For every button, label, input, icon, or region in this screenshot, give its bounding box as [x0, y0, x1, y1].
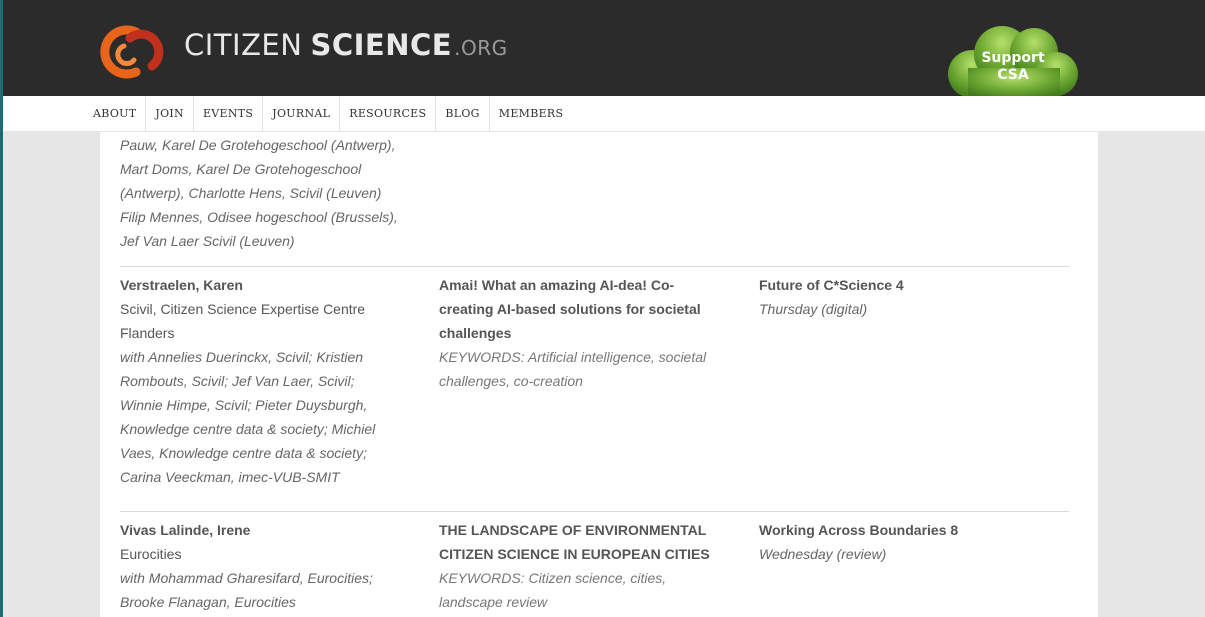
title-column: THE LANDSCAPE OF ENVIRONMENTAL CITIZEN S… — [439, 518, 744, 614]
nav-blog[interactable]: BLOG — [436, 96, 490, 132]
author-name: Verstraelen, Karen — [120, 277, 243, 293]
site-title-part-2: SCIENCE — [310, 28, 453, 62]
talk-title-line: CITIZEN SCIENCE IN EUROPEAN CITIES — [439, 546, 710, 562]
support-line-2: CSA — [997, 67, 1029, 83]
coauthor-line: Carina Veeckman, imec-VUB-SMIT — [120, 469, 340, 485]
support-csa-label[interactable]: Support CSA — [968, 50, 1058, 84]
nav-resources[interactable]: RESOURCES — [340, 96, 437, 132]
keywords-line: challenges, co-creation — [439, 373, 583, 389]
main-content: Pauw, Karel De Grotehogeschool (Antwerp)… — [100, 132, 1098, 617]
coauthor-line: with Mohammad Gharesifard, Eurocities; — [120, 570, 373, 586]
nav-events[interactable]: EVENTS — [194, 96, 264, 132]
coauthor-line: Winnie Himpe, Scivil; Pieter Duysburgh, — [120, 397, 368, 413]
site-header: CITIZEN SCIENCE .ORG Support CSA — [0, 0, 1205, 100]
keywords-line: KEYWORDS: Artificial intelligence, socie… — [439, 349, 707, 365]
author-column: Verstraelen, Karen Scivil, Citizen Scien… — [120, 273, 420, 489]
keywords-line: landscape review — [439, 594, 548, 610]
main-nav: ABOUT JOIN EVENTS JOURNAL RESOURCES BLOG… — [0, 96, 1205, 132]
coauthor-line: Filip Mennes, Odisee hogeschool (Brussel… — [120, 209, 398, 225]
title-column: Amai! What an amazing AI-dea! Co- creati… — [439, 273, 744, 393]
coauthor-line: with Annelies Duerinckx, Scivil; Kristie… — [120, 349, 364, 365]
coauthor-line: Knowledge centre data & society; Michiel — [120, 421, 376, 437]
talk-title-line: challenges — [439, 325, 512, 341]
coauthor-line: Brooke Flanagan, Eurocities — [120, 594, 296, 610]
session-name: Future of C*Science 4 — [759, 277, 904, 293]
window-frame-edge — [0, 0, 3, 617]
row-divider — [120, 511, 1069, 512]
affiliation-line: Eurocities — [120, 546, 182, 562]
author-column: Vivas Lalinde, Irene Eurocities with Moh… — [120, 518, 420, 614]
session-column: Future of C*Science 4 Thursday (digital) — [759, 273, 1059, 321]
site-title-domain: .ORG — [454, 36, 508, 60]
site-title[interactable]: CITIZEN SCIENCE .ORG — [184, 28, 508, 62]
keywords-line: KEYWORDS: Citizen science, cities, — [439, 570, 667, 586]
talk-title-line: creating AI-based solutions for societal — [439, 301, 701, 317]
nav-members[interactable]: MEMBERS — [490, 96, 573, 132]
affiliation-line: Flanders — [120, 325, 175, 341]
coauthor-line: Rombouts, Scivil; Jef Van Laer, Scivil; — [120, 373, 355, 389]
talk-title-line: THE LANDSCAPE OF ENVIRONMENTAL — [439, 522, 707, 538]
author-name: Vivas Lalinde, Irene — [120, 522, 251, 538]
citizen-science-logo-icon[interactable] — [100, 22, 170, 82]
nav-about[interactable]: ABOUT — [84, 96, 147, 132]
coauthor-line: Pauw, Karel De Grotehogeschool (Antwerp)… — [120, 137, 396, 153]
nav-journal[interactable]: JOURNAL — [263, 96, 341, 132]
coauthor-line: (Antwerp), Charlotte Hens, Scivil (Leuve… — [120, 185, 382, 201]
talk-title-line: Amai! What an amazing AI-dea! Co- — [439, 277, 675, 293]
nav-join[interactable]: JOIN — [146, 96, 194, 132]
row-divider — [120, 266, 1069, 267]
coauthor-line: Vaes, Knowledge centre data & society; — [120, 445, 367, 461]
support-line-1: Support — [981, 50, 1045, 66]
session-name: Working Across Boundaries 8 — [759, 522, 959, 538]
session-day: Thursday (digital) — [759, 301, 868, 317]
affiliation-line: Scivil, Citizen Science Expertise Centre — [120, 301, 366, 317]
coauthor-line: Jef Van Laer Scivil (Leuven) — [120, 233, 295, 249]
session-day: Wednesday (review) — [759, 546, 887, 562]
session-column: Working Across Boundaries 8 Wednesday (r… — [759, 518, 1059, 566]
site-title-part-1: CITIZEN — [184, 28, 303, 62]
coauthor-line: Mart Doms, Karel De Grotehogeschool — [120, 161, 362, 177]
author-column: Pauw, Karel De Grotehogeschool (Antwerp)… — [120, 133, 420, 253]
